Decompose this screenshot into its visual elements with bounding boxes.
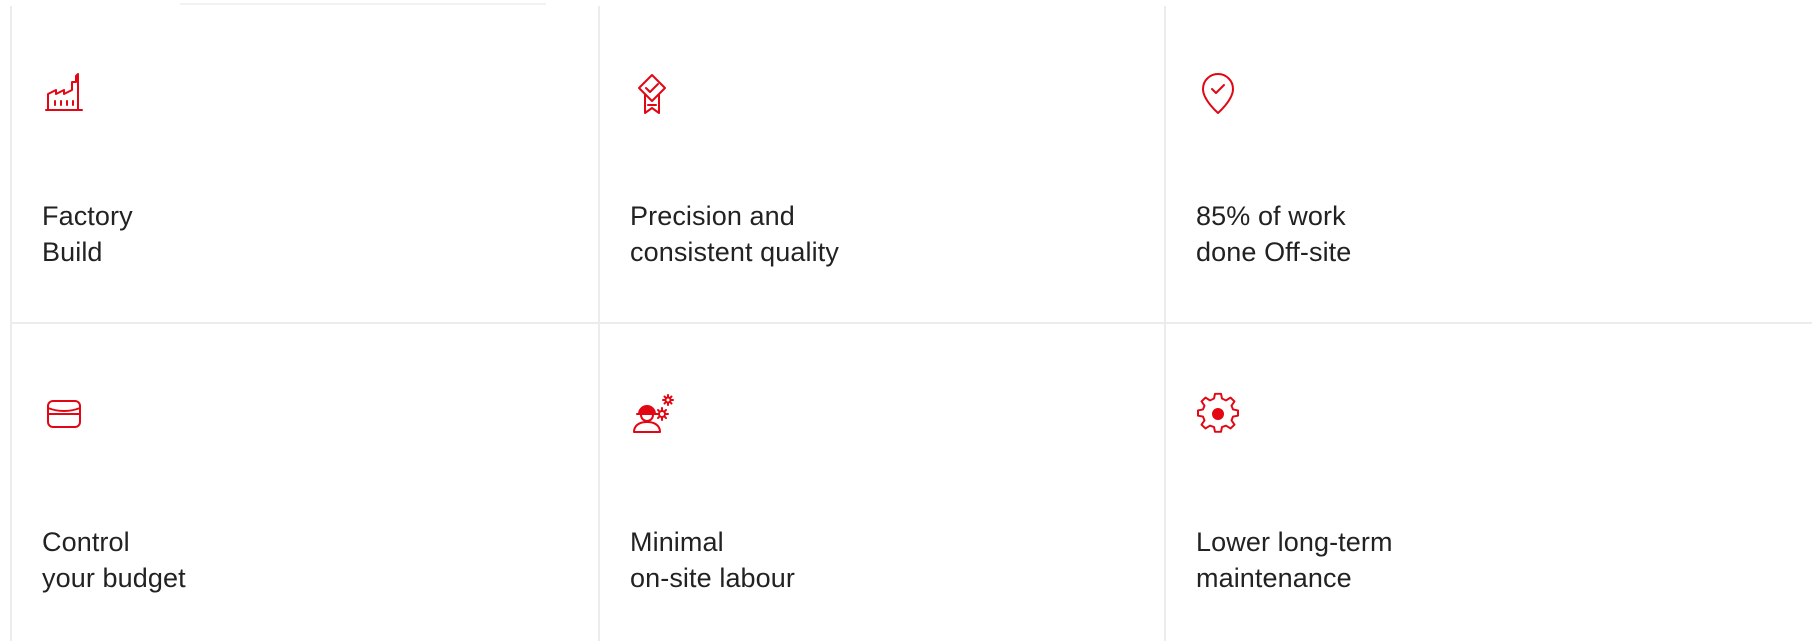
top-accent-line	[180, 3, 546, 5]
feature-control-budget: Control your budget	[10, 322, 598, 641]
worker-gears-icon	[630, 392, 674, 436]
feature-offsite-work: 85% of work done Off-site	[1164, 6, 1812, 322]
factory-icon	[42, 72, 86, 116]
location-check-icon	[1196, 72, 1240, 116]
feature-label-line-1: 85% of work	[1196, 201, 1346, 231]
feature-label-line-2: done Off-site	[1196, 237, 1352, 267]
feature-label-line-2: on-site labour	[630, 563, 795, 593]
feature-label-line-1: Lower long-term	[1196, 527, 1393, 557]
budget-card-icon	[42, 392, 86, 436]
feature-label: Control your budget	[42, 524, 186, 596]
feature-precision-quality: Precision and consistent quality	[598, 6, 1164, 322]
feature-label-line-2: consistent quality	[630, 237, 839, 267]
feature-label-line-1: Control	[42, 527, 130, 557]
quality-badge-icon	[630, 72, 674, 116]
feature-grid: Factory Build Precision and consistent q…	[10, 6, 1812, 641]
feature-label-line-2: Build	[42, 237, 103, 267]
feature-minimal-labour: Minimal on-site labour	[598, 322, 1164, 641]
feature-factory-build: Factory Build	[10, 6, 598, 322]
feature-label: Precision and consistent quality	[630, 198, 839, 270]
feature-label-line-1: Factory	[42, 201, 133, 231]
feature-label: Minimal on-site labour	[630, 524, 795, 596]
feature-label: 85% of work done Off-site	[1196, 198, 1351, 270]
maintenance-gear-icon	[1196, 392, 1240, 436]
feature-label-line-2: maintenance	[1196, 563, 1352, 593]
feature-label-line-2: your budget	[42, 563, 186, 593]
feature-low-maintenance: Lower long-term maintenance	[1164, 322, 1812, 641]
feature-label-line-1: Precision and	[630, 201, 795, 231]
feature-label-line-1: Minimal	[630, 527, 724, 557]
feature-label: Factory Build	[42, 198, 133, 270]
feature-label: Lower long-term maintenance	[1196, 524, 1393, 596]
